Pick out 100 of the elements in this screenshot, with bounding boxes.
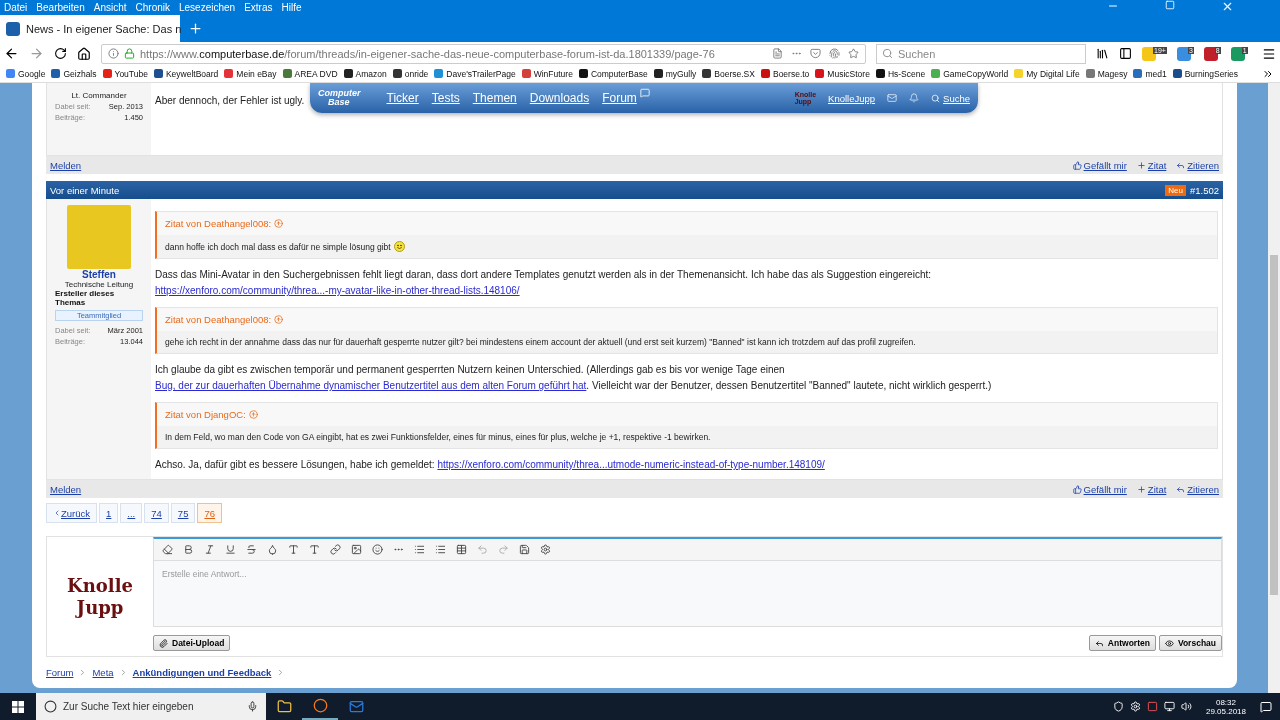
page-link[interactable]: 76 bbox=[197, 503, 222, 523]
report-link[interactable]: Melden bbox=[50, 159, 82, 171]
reply-icon bbox=[1176, 484, 1186, 494]
bookmark[interactable]: Geizhals bbox=[51, 68, 97, 79]
bookmark[interactable]: BurningSeries bbox=[1172, 68, 1239, 79]
microphone-icon bbox=[247, 701, 258, 712]
bookmark[interactable]: Boerse.SX bbox=[702, 68, 755, 79]
clock-date: 29.05.2018 bbox=[1205, 706, 1246, 716]
bookmark[interactable]: med1 bbox=[1133, 68, 1167, 79]
nav-link[interactable]: Forum bbox=[602, 91, 637, 105]
forward-icon bbox=[29, 46, 44, 61]
user-link[interactable]: KnolleJupp bbox=[828, 92, 876, 104]
arrow-up-icon bbox=[274, 219, 284, 228]
extension-icon[interactable] bbox=[1176, 46, 1191, 61]
user-title: Lt. Commander bbox=[71, 91, 127, 100]
menu-item[interactable]: Chronik bbox=[135, 2, 170, 13]
menu-item[interactable]: Datei bbox=[4, 2, 28, 13]
library-icon bbox=[1096, 47, 1109, 60]
bookmark[interactable]: WinFuture bbox=[521, 68, 573, 79]
quote-link[interactable]: Zitat bbox=[1136, 483, 1167, 495]
bookmark[interactable]: My Digital Life bbox=[1014, 68, 1080, 79]
menu-item[interactable]: Hilfe bbox=[281, 2, 302, 13]
undo-icon bbox=[477, 544, 488, 555]
post-text: Dass das Mini-Avatar in den Suchergebnissen fehlt liegt daran, dass dort andere Templates genutzt werden als in der Themenansicht. Ich habe das als Suggestion eingereicht: https://xenforo.com/community/threa...-my-avatar-like-in-other-thread-lists.148106/ bbox=[155, 268, 933, 298]
bookmark[interactable]: ComputerBase bbox=[578, 68, 648, 79]
previous-page-link[interactable]: Zurück bbox=[46, 503, 98, 523]
taskbar-search-field[interactable]: Zur Suche Text hier eingeben bbox=[36, 693, 266, 720]
bookmark[interactable]: Hs-Scene bbox=[875, 68, 926, 79]
reply-link[interactable]: Zitieren bbox=[1176, 483, 1219, 495]
bookmark[interactable]: Google bbox=[6, 68, 46, 79]
user-title: Technische Leitung bbox=[64, 280, 134, 289]
like-link[interactable]: Gefällt mir bbox=[1072, 159, 1127, 171]
breadcrumb-link[interactable]: Meta bbox=[92, 667, 114, 678]
link-icon bbox=[330, 544, 341, 555]
report-link[interactable]: Melden bbox=[50, 483, 82, 495]
bookmark[interactable]: onride bbox=[392, 68, 429, 79]
shield-icon bbox=[1112, 701, 1124, 712]
nav-link[interactable]: Themen bbox=[472, 91, 517, 105]
notification-icon bbox=[1260, 700, 1272, 713]
page-link[interactable]: 74 bbox=[144, 503, 169, 523]
maximize-icon bbox=[1165, 0, 1175, 10]
menu-item[interactable]: Lesezeichen bbox=[179, 2, 236, 13]
bookmark[interactable]: KeyweltBoard bbox=[153, 68, 219, 79]
bookmark[interactable]: Dave'sTrailerPage bbox=[434, 68, 516, 79]
reply-button[interactable]: Antworten bbox=[1088, 635, 1156, 651]
list-icon bbox=[435, 544, 446, 555]
menu-icon bbox=[1262, 46, 1276, 61]
like-link[interactable]: Gefällt mir bbox=[1072, 483, 1127, 495]
bookmark[interactable]: MusicStore bbox=[815, 68, 870, 79]
save-icon bbox=[519, 544, 530, 555]
extension-icon[interactable] bbox=[1142, 46, 1156, 61]
bookmark[interactable]: GameCopyWorld bbox=[931, 68, 1009, 79]
settings-icon bbox=[540, 544, 551, 555]
strikethrough-icon bbox=[246, 544, 257, 555]
close-icon bbox=[1221, 0, 1234, 13]
browser-tab[interactable]: News - In eigener Sache: Das n bbox=[0, 15, 180, 42]
page-link[interactable]: 75 bbox=[170, 503, 196, 523]
nav-link[interactable]: Downloads bbox=[529, 91, 590, 105]
nav-link[interactable]: Tests bbox=[431, 91, 460, 105]
upload-button[interactable]: Datei-Upload bbox=[153, 635, 231, 651]
page-link[interactable]: ... bbox=[120, 503, 143, 523]
link[interactable]: https://xenforo.com/community/threa...-my-avatar-like-in-other-thread-lists.148106/ bbox=[155, 285, 520, 296]
breadcrumb-link[interactable]: Forum bbox=[46, 667, 74, 678]
plus-icon bbox=[1136, 484, 1146, 494]
bookmark[interactable]: Mein eBay bbox=[224, 68, 277, 79]
sidebar-icon bbox=[1119, 47, 1132, 60]
bookmark[interactable]: YouTube bbox=[102, 68, 148, 79]
bookmark[interactable]: AREA DVD bbox=[282, 68, 338, 79]
reply-field[interactable]: Erstelle eine Antwort... bbox=[153, 560, 1222, 627]
scrollbar-thumb[interactable] bbox=[1270, 255, 1278, 595]
bookmark[interactable]: myGully bbox=[653, 68, 697, 79]
bookmark[interactable]: Amazon bbox=[343, 68, 387, 79]
eraser-icon bbox=[162, 544, 173, 555]
folder-icon bbox=[276, 699, 292, 714]
menu-item[interactable]: Bearbeiten bbox=[36, 2, 85, 13]
quote-text: dann hoffe ich doch mal dass es dafür ne simple lösung gibt bbox=[165, 241, 391, 252]
search-placeholder: Zur Suche Text hier eingeben bbox=[63, 701, 194, 712]
reply-link[interactable]: Zitieren bbox=[1176, 159, 1219, 171]
extension-icon[interactable] bbox=[1230, 46, 1245, 61]
windows-logo-icon bbox=[12, 700, 24, 713]
url-text: https://www.computerbase.de/forum/threads/in-eigener-sache-das-neue-computerbase-forum-ist-da.1801339/page-76 bbox=[140, 47, 715, 60]
username[interactable]: Steffen bbox=[82, 269, 116, 280]
menu-item[interactable]: Ansicht bbox=[93, 2, 127, 13]
nav-link[interactable]: Ticker bbox=[386, 91, 419, 105]
bookmark[interactable]: Magesy bbox=[1085, 68, 1128, 79]
list-icon bbox=[414, 544, 425, 555]
search-link[interactable]: Suche bbox=[931, 92, 970, 104]
reader-icon bbox=[772, 48, 783, 59]
page-link[interactable]: 1 bbox=[99, 503, 119, 523]
address-bar[interactable]: https://www.computerbase.de/forum/threads/in-eigener-sache-das-neue-computerbase-forum-ist-da.1801339/page-76 bbox=[101, 43, 866, 64]
bookmark[interactable]: Boerse.to bbox=[760, 68, 810, 79]
circle-icon bbox=[44, 700, 57, 713]
preview-button[interactable]: Vorschau bbox=[1158, 635, 1222, 651]
link[interactable]: https://xenforo.com/community/threa...utmode-numeric-instead-of-type-number.148109/ bbox=[437, 459, 825, 470]
search-field[interactable]: Suchen bbox=[876, 43, 1086, 64]
post-number[interactable]: #1.502 bbox=[1189, 184, 1219, 196]
menu-item[interactable]: Extras bbox=[244, 2, 273, 13]
quote-link[interactable]: Zitat bbox=[1136, 159, 1167, 171]
breadcrumb-link[interactable]: Ankündigungen und Feedback bbox=[132, 667, 272, 678]
extension-icon[interactable] bbox=[1203, 46, 1218, 61]
